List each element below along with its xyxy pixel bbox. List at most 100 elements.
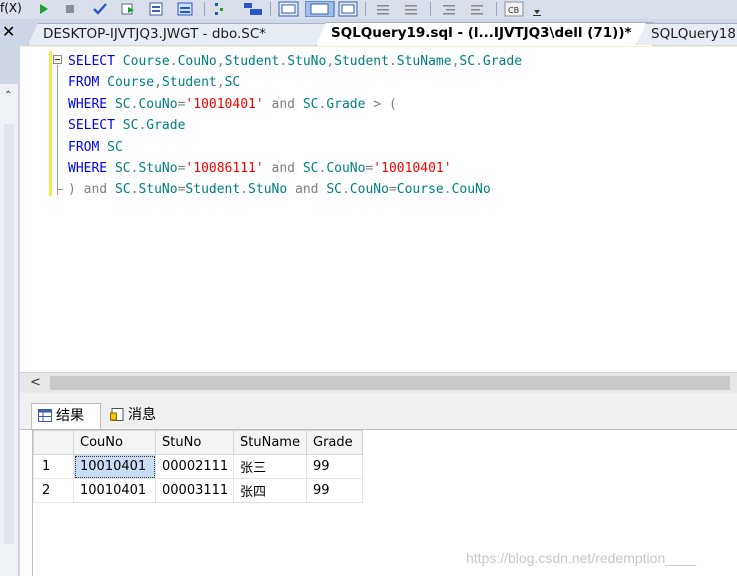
close-icon[interactable]: ✕ <box>2 24 15 40</box>
collapse-icon[interactable] <box>53 55 62 64</box>
cell-stuno[interactable]: 00003111 <box>155 478 234 503</box>
tab-messages[interactable]: 消息 <box>104 403 174 427</box>
code-token: and <box>263 96 303 112</box>
code-token: . <box>475 54 483 69</box>
results-to-text-icon[interactable] <box>242 1 264 17</box>
include-plan-icon[interactable] <box>212 1 226 17</box>
scroll-left-arrow-icon[interactable]: < <box>30 375 41 390</box>
cell-stuno[interactable]: 00002111 <box>155 454 234 479</box>
column-header-couno[interactable]: CouNo <box>73 430 156 455</box>
column-header-grade[interactable]: Grade <box>306 430 363 455</box>
stop-icon[interactable] <box>64 1 76 17</box>
code-line[interactable]: ) and SC.StuNo=Student.StuNo and SC.CouN… <box>68 179 522 200</box>
row-number[interactable]: 1 <box>33 454 74 479</box>
code-text[interactable]: SELECT Course.CouNo,Student.StuNo,Studen… <box>68 51 522 201</box>
sql-editor[interactable]: SELECT Course.CouNo,Student.StuNo,Studen… <box>20 47 737 372</box>
code-token: SC <box>302 96 319 112</box>
code-token: SC <box>114 182 131 198</box>
code-token: . <box>240 182 249 198</box>
code-token: StuName <box>396 54 452 69</box>
code-token: and <box>263 161 303 177</box>
toolbar: f(X) CB <box>0 0 737 19</box>
code-line[interactable]: SELECT SC.Grade <box>68 115 522 136</box>
code-token: , <box>216 75 225 91</box>
tab-messages-label: 消息 <box>128 407 156 423</box>
code-token: SC <box>459 54 476 69</box>
code-token: CouNo <box>451 182 491 198</box>
cell-stuname[interactable]: 张三 <box>233 454 307 479</box>
menu-fragment[interactable]: f(X) <box>0 1 22 15</box>
debug-icon[interactable] <box>120 1 136 17</box>
hscroll-thumb[interactable] <box>50 376 730 390</box>
code-token: CouNo <box>138 96 178 112</box>
uncomment-icon[interactable] <box>374 1 392 17</box>
execute-icon[interactable] <box>38 1 50 17</box>
code-token: StuNo <box>287 54 327 69</box>
code-line[interactable]: FROM SC <box>68 137 522 158</box>
results-tabs: 结果 消息 <box>20 393 737 430</box>
results-table: CouNo StuNo StuName Grade 1 10010401 000… <box>33 430 363 503</box>
code-token: WHERE <box>68 96 108 112</box>
code-token: SC <box>107 161 131 177</box>
code-token: SC <box>107 96 131 112</box>
svg-text:CB: CB <box>508 6 519 15</box>
comment-icon[interactable] <box>338 1 358 17</box>
increase-indent-icon[interactable] <box>440 1 458 17</box>
code-token: Student <box>161 75 217 91</box>
messages-icon <box>110 408 124 421</box>
document-tabs: DESKTOP-IJVTJQ3.JWGT - dbo.SC* SQLQuery1… <box>20 19 737 48</box>
scroll-up-arrow-icon[interactable]: ⌃ <box>4 90 12 101</box>
horizontal-scrollbar[interactable]: < <box>20 372 737 393</box>
results-to-grid-icon[interactable] <box>278 1 300 17</box>
table-row[interactable]: 2 10010401 00003111 张四 99 <box>33 478 363 503</box>
tab-sqlquery19[interactable]: SQLQuery19.sql - (l...IJVTJQ3\dell (71))… <box>316 22 654 46</box>
results-to-file-icon[interactable] <box>305 1 335 17</box>
code-token: . <box>341 182 350 198</box>
row-number-header[interactable] <box>33 430 74 455</box>
cell-couno[interactable]: 10010401 <box>73 478 156 503</box>
decrease-indent-icon[interactable] <box>402 1 420 17</box>
code-token: , <box>216 54 225 69</box>
grid-results-icon <box>38 409 52 422</box>
cell-grade[interactable]: 99 <box>306 478 363 503</box>
code-token: Student <box>224 54 280 69</box>
toolbar-options-icon[interactable]: CB <box>504 1 544 17</box>
column-header-stuno[interactable]: StuNo <box>155 430 234 455</box>
code-token: Grade <box>146 118 186 134</box>
tab-dbo-sc[interactable]: DESKTOP-IJVTJQ3.JWGT - dbo.SC* <box>28 23 334 45</box>
cell-stuname[interactable]: 张四 <box>233 478 307 503</box>
cell-grade[interactable]: 99 <box>306 454 363 479</box>
code-line[interactable]: SELECT Course.CouNo,Student.StuNo,Studen… <box>68 51 522 72</box>
display-plan-icon[interactable] <box>148 1 164 17</box>
code-token: > ( <box>365 96 397 112</box>
code-token: . <box>169 54 178 69</box>
code-token: ) and <box>68 182 115 198</box>
code-token: StuNo <box>248 182 288 198</box>
code-token: Grade <box>326 96 366 112</box>
code-token: SC <box>99 139 123 155</box>
column-header-stuname[interactable]: StuName <box>233 430 307 455</box>
header-row: CouNo StuNo StuName Grade <box>33 430 363 455</box>
tab-results[interactable]: 结果 <box>31 403 101 429</box>
code-token: StuNo <box>138 161 178 177</box>
code-token: StuNo <box>138 182 178 198</box>
code-token: SC <box>114 118 139 134</box>
tab-results-label: 结果 <box>56 408 84 424</box>
scroll-thumb[interactable] <box>4 124 14 544</box>
code-token: SC <box>224 75 241 91</box>
parse-checkmark-icon[interactable] <box>92 1 108 17</box>
row-number[interactable]: 2 <box>33 478 74 503</box>
tab-sqlquery18[interactable]: SQLQuery18 <box>636 23 737 45</box>
code-line[interactable]: WHERE SC.CouNo='10010401' and SC.Grade >… <box>68 94 522 115</box>
cell-couno[interactable]: 10010401 <box>73 454 156 479</box>
code-token: CouNo <box>349 182 389 198</box>
code-token: Course <box>114 54 170 69</box>
code-token: = <box>388 182 397 198</box>
specify-values-icon[interactable] <box>468 1 486 17</box>
table-row[interactable]: 1 10010401 00002111 张三 99 <box>33 454 363 479</box>
code-line[interactable]: WHERE SC.StuNo='10086111' and SC.CouNo='… <box>68 158 522 179</box>
code-line[interactable]: FROM Course,Student,SC <box>68 72 522 93</box>
code-token: Course <box>396 182 444 198</box>
fold-guide-end <box>57 189 63 190</box>
query-options-icon[interactable] <box>176 1 196 17</box>
